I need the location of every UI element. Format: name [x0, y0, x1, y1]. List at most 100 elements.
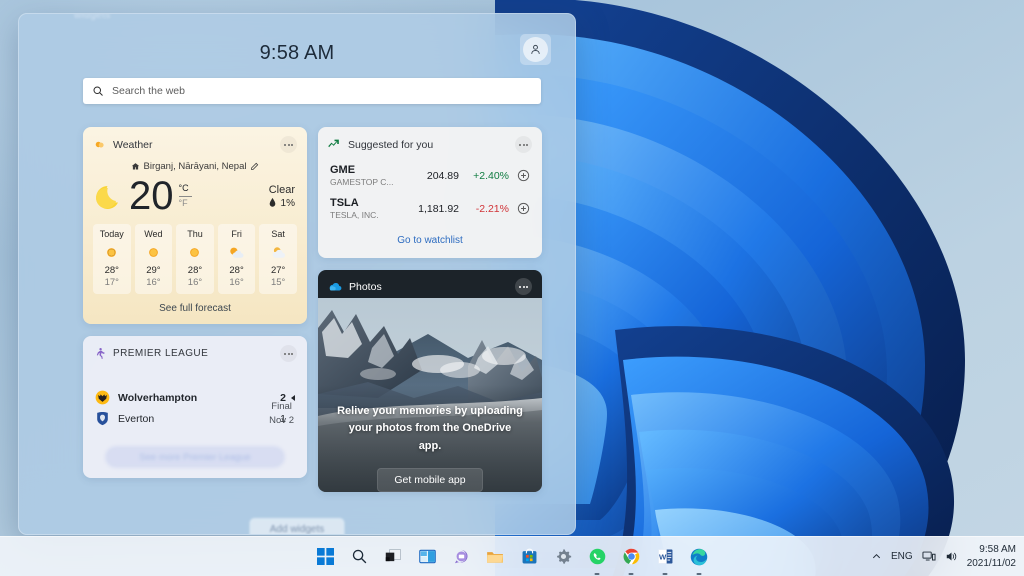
photos-header: Photos: [318, 270, 542, 303]
chat-button[interactable]: [447, 543, 475, 571]
forecast-day[interactable]: Fri 28° 16°: [217, 224, 256, 294]
weather-forecast: Today 28° 17° Wed 29° 16° Thu 28° 16° Fr…: [83, 224, 307, 294]
match-status: Final Nov 2: [269, 400, 294, 428]
unit-fahrenheit[interactable]: °F: [179, 198, 192, 209]
taskbar-active-indicator: [594, 572, 600, 575]
network-icon[interactable]: [922, 550, 936, 563]
forecast-day-name: Sat: [271, 229, 285, 239]
system-tray: ENG 9:58 AM 2021/11/02: [871, 543, 1016, 570]
weather-condition: Clear: [268, 183, 295, 196]
forecast-day[interactable]: Thu 28° 16°: [176, 224, 214, 294]
stock-company: TESLA, INC.: [330, 210, 379, 220]
photos-widget[interactable]: Photos Relive your memories by uploading…: [318, 270, 542, 492]
edge-button[interactable]: [685, 543, 713, 575]
weather-location: Birganj, Nārāyani, Nepal: [143, 161, 247, 172]
settings-button[interactable]: [549, 543, 577, 571]
sun-icon: [135, 244, 173, 261]
match-status-date: Nov 2: [269, 414, 294, 426]
forecast-day[interactable]: Sat 27° 15°: [259, 224, 297, 294]
unit-divider: [178, 195, 192, 197]
gear-icon: [556, 549, 571, 564]
stock-identity: GME GAMESTOP C...: [330, 164, 393, 187]
chrome-icon: [623, 548, 639, 565]
away-team-name: Everton: [118, 412, 155, 425]
weather-condition-block: Clear 1%: [269, 184, 295, 209]
sports-header: PREMIER LEAGUE: [83, 336, 307, 367]
task-view-icon: [385, 549, 401, 562]
chevron-up-icon[interactable]: [871, 551, 882, 562]
weather-widget[interactable]: Weather Birganj, Nārāyani, Nepal 20 °C °…: [83, 127, 307, 324]
see-full-forecast-link[interactable]: See full forecast: [83, 294, 307, 324]
widgets-column-right: Suggested for you GME GAMESTOP C... 204.…: [318, 127, 542, 504]
stock-row[interactable]: GME GAMESTOP C... 204.89 +2.40%: [318, 158, 542, 191]
search-placeholder: Search the web: [112, 85, 185, 97]
edge-icon: [690, 548, 708, 565]
unit-celsius[interactable]: °C: [179, 183, 192, 194]
edit-pencil-icon[interactable]: [250, 162, 259, 171]
forecast-low: 16°: [229, 277, 244, 288]
search-button[interactable]: [345, 543, 373, 571]
forecast-low: 16°: [187, 277, 203, 288]
weather-title: Weather: [113, 138, 153, 151]
word-button[interactable]: W: [651, 543, 679, 575]
stocks-header: Suggested for you: [318, 127, 542, 158]
search-input[interactable]: Search the web: [83, 78, 541, 104]
everton-logo-icon: [97, 411, 108, 426]
microsoft-store-button[interactable]: [515, 543, 543, 571]
language-indicator[interactable]: ENG: [891, 551, 913, 562]
go-to-watchlist-link[interactable]: Go to watchlist: [318, 224, 542, 258]
add-circle-icon[interactable]: [517, 169, 530, 182]
panel-cut-label: widgets: [74, 13, 111, 21]
see-more-premier-league-button[interactable]: See more Premier League: [105, 446, 285, 468]
forecast-high: 28°: [104, 265, 119, 276]
forecast-day[interactable]: Wed 29° 16°: [134, 224, 173, 294]
stocks-widget[interactable]: Suggested for you GME GAMESTOP C... 204.…: [318, 127, 542, 258]
stocks-trend-icon: [328, 139, 339, 148]
moon-icon: [96, 186, 118, 209]
unit-toggle[interactable]: °C °F: [178, 183, 192, 209]
more-options-icon: [519, 143, 521, 146]
photos-more-button[interactable]: [515, 278, 532, 295]
photos-overlay: Relive your memories by uploading your p…: [318, 385, 542, 492]
store-bag-icon: [522, 548, 536, 564]
sports-more-button[interactable]: [280, 345, 297, 362]
stock-row[interactable]: TSLA TESLA, INC. 1,181.92 -2.21%: [318, 191, 542, 224]
person-icon: [531, 44, 540, 54]
whatsapp-button[interactable]: [583, 543, 611, 575]
more-options-icon: [284, 352, 286, 355]
forecast-day-name: Wed: [144, 229, 163, 239]
forecast-day[interactable]: Today 28° 17°: [93, 224, 131, 294]
chrome-button[interactable]: [617, 543, 645, 575]
stocks-more-button[interactable]: [515, 136, 532, 153]
widgets-button[interactable]: [413, 543, 441, 571]
task-view-button[interactable]: [379, 543, 407, 571]
sun-icon: [93, 244, 131, 261]
add-widgets-button[interactable]: Add widgets: [249, 518, 345, 534]
onedrive-cloud-icon: [329, 282, 342, 291]
forecast-high: 27°: [270, 265, 286, 276]
start-button[interactable]: [311, 543, 339, 571]
search-icon: [352, 549, 366, 564]
weather-header: Weather: [83, 127, 307, 158]
match-status-text: Final: [271, 401, 292, 412]
stock-symbol: TSLA: [330, 197, 359, 209]
weather-location-row[interactable]: Birganj, Nārāyani, Nepal: [83, 161, 307, 172]
tray-clock[interactable]: 9:58 AM 2021/11/02: [967, 543, 1016, 570]
account-button[interactable]: [520, 34, 551, 65]
forecast-high: 29°: [146, 265, 161, 276]
sports-runner-icon: [96, 347, 105, 359]
word-icon: W: [658, 549, 672, 564]
volume-icon[interactable]: [945, 550, 958, 563]
file-explorer-button[interactable]: [481, 543, 509, 571]
taskbar-icons: W: [311, 543, 713, 575]
water-drop-icon: [269, 197, 276, 207]
add-circle-icon[interactable]: [517, 202, 530, 215]
sports-widget[interactable]: PREMIER LEAGUE Wolverhampton 2 Everton 1…: [83, 336, 307, 478]
weather-temperature: 20: [129, 174, 174, 218]
cloud-sun-icon: [259, 244, 297, 261]
weather-more-button[interactable]: [280, 136, 297, 153]
forecast-high: 28°: [229, 265, 244, 276]
search-icon: [93, 86, 103, 96]
folder-icon: [487, 551, 503, 563]
get-mobile-app-button[interactable]: Get mobile app: [377, 467, 483, 492]
